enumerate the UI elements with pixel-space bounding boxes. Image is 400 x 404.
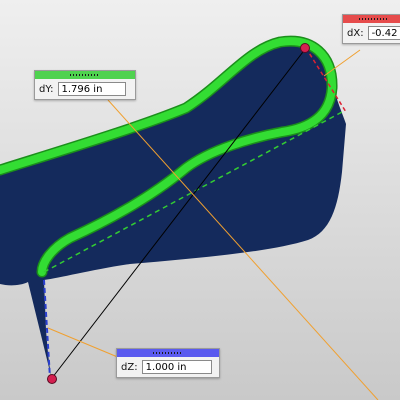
dy-dimension-box[interactable]: dY: 1.796 in (34, 70, 136, 100)
dy-drag-handle[interactable] (35, 71, 135, 79)
dx-label: dX: (347, 27, 364, 39)
dz-label: dZ: (121, 361, 138, 373)
grip-icon (359, 18, 389, 20)
dz-value-field[interactable]: 1.000 in (141, 360, 212, 374)
model-canvas[interactable] (0, 0, 400, 401)
grip-icon (153, 352, 183, 354)
dz-dimension-box[interactable]: dZ: 1.000 in (116, 348, 220, 378)
dy-value-field[interactable]: 1.796 in (57, 82, 126, 96)
dz-drag-handle[interactable] (117, 349, 219, 357)
dx-value-field[interactable]: -0.42 (367, 26, 400, 40)
dx-drag-handle[interactable] (343, 15, 400, 23)
dy-label: dY: (39, 83, 54, 95)
dx-dimension-box[interactable]: dX: -0.42 (342, 14, 400, 44)
measure-point-bottom[interactable] (47, 374, 57, 384)
measure-point-top[interactable] (300, 43, 310, 53)
grip-icon (70, 74, 100, 76)
3d-viewport[interactable] (0, 0, 400, 401)
